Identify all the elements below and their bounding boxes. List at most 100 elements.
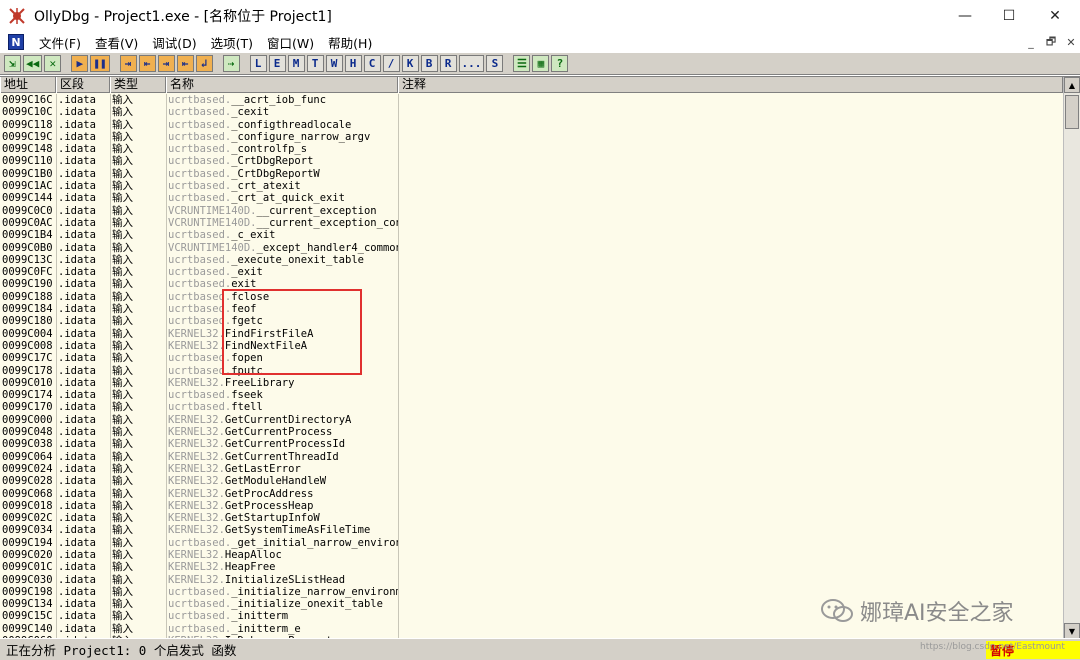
- table-row[interactable]: 0099C034 .idata 输入 KERNEL32.GetSystemTimeAs…: [0, 524, 1063, 536]
- table-row[interactable]: 0099C19C .idata 输入 ucrtbased._configure_nar…: [0, 131, 1063, 143]
- table-row[interactable]: 0099C028 .idata 输入 KERNEL32.GetModuleHandle…: [0, 475, 1063, 487]
- cell-comment: [398, 365, 1063, 377]
- table-row[interactable]: 0099C10C .idata 输入 ucrtbased._cexit: [0, 106, 1063, 118]
- windows-window-button[interactable]: W: [325, 55, 343, 72]
- table-row[interactable]: 0099C1AC .idata 输入 ucrtbased._crt_atexit: [0, 180, 1063, 192]
- maximize-button[interactable]: ☐: [986, 0, 1032, 32]
- table-row[interactable]: 0099C004 .idata 输入 KERNEL32.FindFirstFileA: [0, 328, 1063, 340]
- table-row[interactable]: 0099C038 .idata 输入 KERNEL32.GetCurrentProce…: [0, 438, 1063, 450]
- trace-over-button[interactable]: ⇤: [176, 55, 194, 72]
- menu-options[interactable]: 选项(T): [204, 33, 260, 52]
- table-row[interactable]: 0099C068 .idata 输入 KERNEL32.GetProcAddress: [0, 488, 1063, 500]
- scroll-up-arrow-icon[interactable]: ▲: [1064, 77, 1080, 93]
- scroll-thumb[interactable]: [1065, 95, 1079, 129]
- restart-button[interactable]: ◀◀: [23, 55, 43, 72]
- close-button[interactable]: ✕: [1032, 0, 1078, 32]
- references-window-button[interactable]: R: [439, 55, 457, 72]
- table-row[interactable]: 0099C184 .idata 输入 ucrtbased.feof: [0, 303, 1063, 315]
- table-row[interactable]: 0099C13C .idata 输入 ucrtbased._execute_onexi…: [0, 254, 1063, 266]
- table-row[interactable]: 0099C0AC .idata 输入 VCRUNTIME140D.__current_…: [0, 217, 1063, 229]
- table-row[interactable]: 0099C110 .idata 输入 ucrtbased._CrtDbgReport: [0, 155, 1063, 167]
- table-row[interactable]: 0099C010 .idata 输入 KERNEL32.FreeLibrary: [0, 377, 1063, 389]
- cell-comment: [398, 561, 1063, 573]
- cell-name: KERNEL32.FreeLibrary: [166, 377, 398, 389]
- table-row[interactable]: 0099C148 .idata 输入 ucrtbased._controlfp_s: [0, 143, 1063, 155]
- table-row[interactable]: 0099C000 .idata 输入 KERNEL32.GetCurrentDirec…: [0, 414, 1063, 426]
- memory-window-button[interactable]: M: [287, 55, 305, 72]
- table-row[interactable]: 0099C16C .idata 输入 ucrtbased.__acrt_iob_fun…: [0, 94, 1063, 106]
- table-row[interactable]: 0099C180 .idata 输入 ucrtbased.fgetc: [0, 315, 1063, 327]
- table-row[interactable]: 0099C008 .idata 输入 KERNEL32.FindNextFileA: [0, 340, 1063, 352]
- child-minimize-button[interactable]: _: [1022, 34, 1040, 50]
- menu-view[interactable]: 查看(V): [88, 33, 145, 52]
- header-comment[interactable]: 注释: [398, 77, 1063, 93]
- menu-help[interactable]: 帮助(H): [321, 33, 379, 52]
- close-program-button[interactable]: ✕: [44, 55, 62, 72]
- table-row[interactable]: 0099C048 .idata 输入 KERNEL32.GetCurrentProce…: [0, 426, 1063, 438]
- step-over-button[interactable]: ⇤: [138, 55, 156, 72]
- header-address[interactable]: 地址: [0, 77, 56, 93]
- child-restore-button[interactable]: 🗗: [1042, 34, 1060, 50]
- menu-window[interactable]: 窗口(W): [260, 33, 321, 52]
- table-row[interactable]: 0099C01C .idata 输入 KERNEL32.HeapFree: [0, 561, 1063, 573]
- table-row[interactable]: 0099C170 .idata 输入 ucrtbased.ftell: [0, 401, 1063, 413]
- cell-name: VCRUNTIME140D._except_handler4_common: [166, 242, 398, 254]
- table-row[interactable]: 0099C188 .idata 输入 ucrtbased.fclose: [0, 291, 1063, 303]
- table-row[interactable]: 0099C0C0 .idata 输入 VCRUNTIME140D.__current_…: [0, 205, 1063, 217]
- cell-name: ucrtbased._initialize_onexit_table: [166, 598, 398, 610]
- menu-file[interactable]: 文件(F): [32, 33, 88, 52]
- cell-name: KERNEL32.GetLastError: [166, 463, 398, 475]
- child-window-icon[interactable]: N: [8, 34, 24, 50]
- table-row[interactable]: 0099C0B0 .idata 输入 VCRUNTIME140D._except_ha…: [0, 242, 1063, 254]
- header-type[interactable]: 类型: [110, 77, 166, 93]
- cell-type: 输入: [112, 598, 133, 611]
- call-stack-button[interactable]: K: [401, 55, 419, 72]
- table-row[interactable]: 0099C018 .idata 输入 KERNEL32.GetProcessHeap: [0, 500, 1063, 512]
- child-close-button[interactable]: ✕: [1062, 34, 1080, 50]
- table-row[interactable]: 0099C1B4 .idata 输入 ucrtbased._c_exit: [0, 229, 1063, 241]
- source-window-button[interactable]: S: [486, 55, 504, 72]
- table-row[interactable]: 0099C144 .idata 输入 ucrtbased._crt_at_quick_…: [0, 192, 1063, 204]
- table-row[interactable]: 0099C118 .idata 输入 ucrtbased._configthreadl…: [0, 119, 1063, 131]
- goto-button[interactable]: ⇢: [222, 55, 240, 72]
- run-trace-button[interactable]: ...: [458, 55, 485, 72]
- table-row[interactable]: 0099C174 .idata 输入 ucrtbased.fseek: [0, 389, 1063, 401]
- patches-window-button[interactable]: /: [382, 55, 400, 72]
- table-row[interactable]: 0099C17C .idata 输入 ucrtbased.fopen: [0, 352, 1063, 364]
- cell-name: KERNEL32.GetStartupInfoW: [166, 512, 398, 524]
- header-section[interactable]: 区段: [56, 77, 110, 93]
- appearance-button[interactable]: ▦: [532, 55, 550, 72]
- modules-window-button[interactable]: E: [268, 55, 286, 72]
- scroll-down-arrow-icon[interactable]: ▼: [1064, 623, 1080, 639]
- table-row[interactable]: 0099C024 .idata 输入 KERNEL32.GetLastError: [0, 463, 1063, 475]
- table-row[interactable]: 0099C190 .idata 输入 ucrtbased.exit: [0, 278, 1063, 290]
- breakpoints-window-button[interactable]: B: [420, 55, 438, 72]
- module-prefix: ucrtbased.: [168, 303, 232, 316]
- execute-till-return-button[interactable]: ↲: [195, 55, 213, 72]
- table-row[interactable]: 0099C02C .idata 输入 KERNEL32.GetStartupInfoW: [0, 512, 1063, 524]
- pause-button[interactable]: ❚❚: [90, 55, 110, 72]
- help-button[interactable]: ?: [551, 55, 569, 72]
- trace-into-button[interactable]: ⇥: [157, 55, 175, 72]
- table-row[interactable]: 0099C178 .idata 输入 ucrtbased.fputc: [0, 365, 1063, 377]
- header-name[interactable]: 名称: [166, 77, 398, 93]
- step-into-button[interactable]: ⇥: [119, 55, 137, 72]
- open-button[interactable]: ⇲: [4, 55, 21, 72]
- menu-debug[interactable]: 调试(D): [145, 33, 203, 52]
- run-button[interactable]: ▶: [71, 55, 89, 72]
- handles-window-button[interactable]: H: [344, 55, 362, 72]
- vertical-scrollbar[interactable]: ▲ ▼: [1063, 77, 1080, 639]
- minimize-button[interactable]: —: [942, 0, 988, 32]
- table-row[interactable]: 0099C194 .idata 输入 ucrtbased._get_initial_n…: [0, 537, 1063, 549]
- debug-options-button[interactable]: ☰: [513, 55, 531, 72]
- table-row[interactable]: 0099C020 .idata 输入 KERNEL32.HeapAlloc: [0, 549, 1063, 561]
- threads-window-button[interactable]: T: [306, 55, 324, 72]
- cell-address: 0099C024: [2, 462, 53, 475]
- cpu-window-button[interactable]: C: [363, 55, 381, 72]
- table-row[interactable]: 0099C030 .idata 输入 KERNEL32.InitializeSList…: [0, 574, 1063, 586]
- cell-address: 0099C188: [2, 290, 53, 303]
- table-row[interactable]: 0099C1B0 .idata 输入 ucrtbased._CrtDbgReportW: [0, 168, 1063, 180]
- log-window-button[interactable]: L: [249, 55, 267, 72]
- table-row[interactable]: 0099C064 .idata 输入 KERNEL32.GetCurrentThrea…: [0, 451, 1063, 463]
- table-row[interactable]: 0099C0FC .idata 输入 ucrtbased._exit: [0, 266, 1063, 278]
